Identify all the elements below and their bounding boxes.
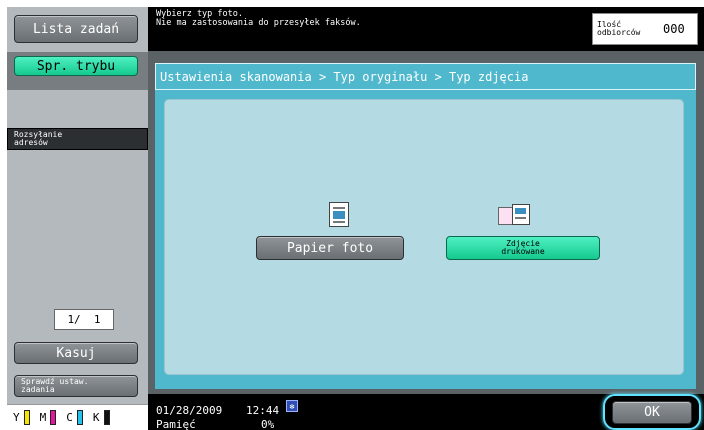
recipients-count: 000	[663, 22, 685, 36]
toner-c-bar	[76, 410, 83, 425]
check-settings-button[interactable]: Sprawdź ustaw. zadania	[14, 375, 138, 397]
status-bar: 01/28/2009 12:44 ✻ Pamięć 0% OK	[148, 394, 704, 430]
time-text: 12:44	[246, 404, 280, 417]
toner-y-label: Y	[13, 411, 20, 424]
recipients-label: Ilość odbiorców	[597, 20, 641, 37]
job-list-label: Lista zadań	[32, 21, 120, 37]
toner-k-bar	[103, 410, 110, 425]
main-body: Papier foto Zdjęcie drukowane	[155, 90, 696, 389]
ok-label: OK	[644, 405, 660, 420]
left-panel: Lista zadań Spr. trybu Rozsyłanie adresó…	[7, 7, 148, 430]
top-message-bar: Wybierz typ foto. Nie ma zastosowania do…	[148, 7, 704, 51]
mode-check-button[interactable]: Spr. trybu	[14, 56, 138, 76]
breadcrumb: Ustawienia skanowania > Typ oryginału > …	[155, 63, 696, 90]
photo-paper-label: Papier foto	[286, 240, 374, 256]
toner-m-label: M	[39, 411, 47, 424]
main-panel: Ustawienia skanowania > Typ oryginału > …	[148, 51, 704, 394]
recipients-counter: Ilość odbiorców 000	[592, 13, 698, 45]
instruction-message: Wybierz typ foto. Nie ma zastosowania do…	[156, 10, 361, 28]
memory-value: 0%	[261, 419, 275, 430]
toner-c-label: C	[66, 411, 73, 424]
toner-indicator: Y M C K	[7, 404, 148, 430]
toner-y-bar	[23, 410, 30, 425]
photo-paper-button[interactable]: Papier foto	[256, 236, 404, 260]
ok-button-highlight: OK	[603, 394, 701, 430]
job-list-button[interactable]: Lista zadań	[14, 15, 138, 43]
printed-photo-icon	[498, 204, 534, 226]
breadcrumb-text: Ustawienia skanowania > Typ oryginału > …	[160, 69, 529, 84]
ok-button[interactable]: OK	[612, 401, 692, 424]
network-icon: ✻	[286, 400, 298, 412]
toner-k-label: K	[92, 411, 100, 424]
printed-photo-button[interactable]: Zdjęcie drukowane	[446, 236, 600, 260]
photo-type-options-panel: Papier foto Zdjęcie drukowane	[164, 99, 684, 375]
check-settings-label: Sprawdź ustaw. zadania	[21, 377, 89, 394]
memory-label: Pamięć	[156, 419, 196, 430]
printed-photo-label: Zdjęcie drukowane	[501, 239, 545, 256]
delete-label: Kasuj	[56, 345, 96, 361]
message-line-2: Nie ma zastosowania do przesyłek faksów.	[156, 18, 361, 28]
mode-check-label: Spr. trybu	[36, 58, 116, 74]
address-broadcast-label: Rozsyłanie adresów	[14, 130, 63, 147]
toner-m-bar	[50, 410, 57, 425]
address-broadcast-tab[interactable]: Rozsyłanie adresów	[7, 128, 148, 150]
date-text: 01/28/2009	[156, 404, 223, 417]
photo-paper-icon	[329, 202, 349, 227]
page-counter: 1/ 1	[54, 309, 114, 330]
delete-button[interactable]: Kasuj	[14, 342, 138, 364]
page-counter-text: 1/ 1	[67, 313, 101, 326]
